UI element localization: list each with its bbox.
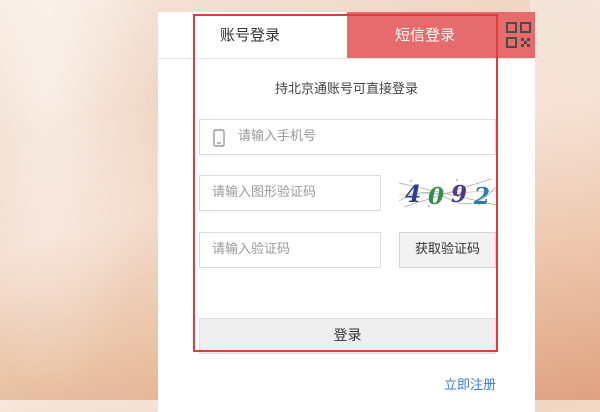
captcha-digit-2: 0 bbox=[428, 183, 444, 210]
background-glow-left bbox=[0, 0, 160, 400]
get-code-button[interactable]: 获取验证码 bbox=[399, 232, 496, 268]
login-panel: 账号登录 短信登录 持北京通账号可直接登录 请输入手机号 请输入图形验证码 4 … bbox=[158, 12, 535, 412]
sms-code-input-placeholder: 请输入验证码 bbox=[212, 242, 291, 257]
captcha-graphic: 4 0 9 2 bbox=[399, 175, 496, 211]
login-button[interactable]: 登录 bbox=[199, 318, 496, 354]
captcha-input-placeholder: 请输入图形验证码 bbox=[212, 185, 317, 200]
phone-input-placeholder: 请输入手机号 bbox=[238, 129, 317, 144]
tab-account-login[interactable]: 账号登录 bbox=[194, 12, 344, 58]
captcha-image[interactable]: 4 0 9 2 bbox=[399, 175, 496, 211]
login-tab-bar: 账号登录 短信登录 bbox=[158, 12, 535, 59]
background-glow-right bbox=[530, 0, 600, 400]
phone-input[interactable]: 请输入手机号 bbox=[199, 119, 496, 155]
qr-login-toggle[interactable] bbox=[503, 12, 535, 58]
register-link[interactable]: 立即注册 bbox=[441, 374, 496, 393]
sms-code-input[interactable]: 请输入验证码 bbox=[199, 232, 381, 268]
login-subtitle: 持北京通账号可直接登录 bbox=[274, 82, 418, 97]
captcha-digit-4: 2 bbox=[473, 183, 490, 210]
mobile-phone-icon bbox=[213, 129, 225, 147]
captcha-digit-1: 4 bbox=[405, 181, 421, 208]
captcha-digit-3: 9 bbox=[451, 181, 467, 208]
tab-sms-login[interactable]: 短信登录 bbox=[347, 12, 503, 58]
captcha-input[interactable]: 请输入图形验证码 bbox=[199, 175, 381, 211]
qr-code-icon bbox=[506, 22, 531, 48]
